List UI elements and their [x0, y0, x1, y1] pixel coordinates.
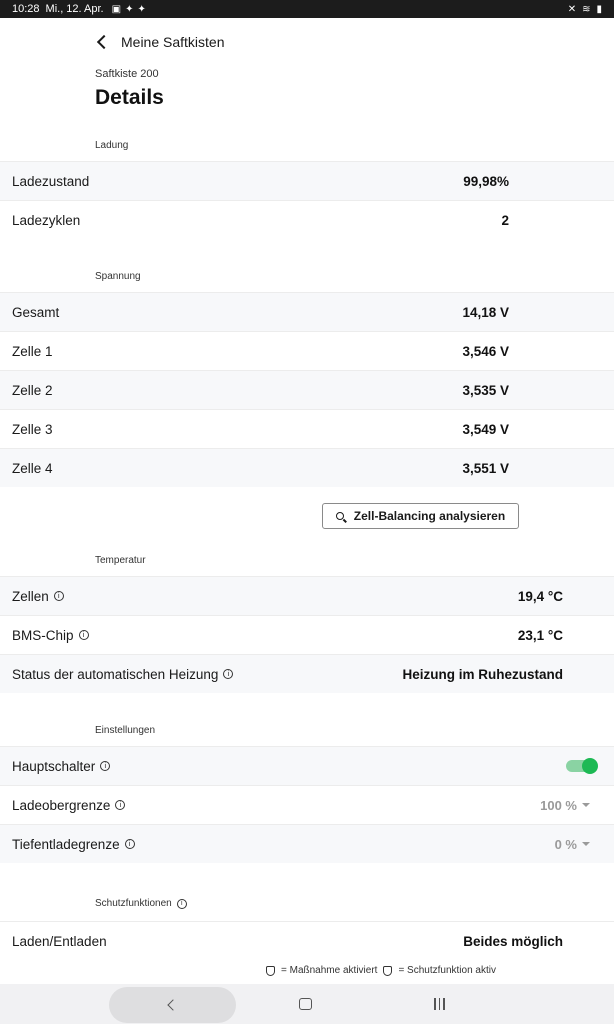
recents-bar — [434, 998, 436, 1010]
row-label: Ladezustand — [12, 173, 90, 189]
status-time: 10:28 — [12, 3, 40, 15]
shield-check-icon — [383, 965, 393, 976]
charge-limit-value: 100 % — [540, 797, 577, 813]
section-label-einstellungen: Einstellungen — [95, 725, 156, 736]
row-label: Zelle 2 — [12, 382, 53, 398]
row-value: 3,551 V — [462, 460, 509, 476]
page-subtitle: Saftkiste 200 — [95, 68, 159, 80]
info-icon[interactable]: i — [78, 630, 89, 640]
caret-down-icon — [582, 842, 590, 846]
row-value: Heizung im Ruhezustand — [402, 666, 563, 682]
page-title: Details — [95, 86, 164, 109]
row-zellen-temp: Zellen i 19,4 °C — [0, 576, 614, 615]
info-icon[interactable]: i — [223, 669, 234, 679]
section-label-temperatur: Temperatur — [95, 555, 146, 566]
row-zelle-4: Zelle 4 3,551 V — [0, 448, 614, 487]
mute-icon: ✕ — [567, 3, 577, 15]
battery-icon: ▮ — [596, 3, 602, 15]
row-value: Beides möglich — [463, 933, 563, 949]
row-label: Status der automatischen Heizung i — [12, 666, 234, 682]
discharge-limit-value: 0 % — [554, 836, 577, 852]
row-laden-entladen: Laden/Entladen Beides möglich — [0, 921, 614, 960]
row-label: Tiefentladegrenze i — [12, 837, 135, 852]
row-ladeobergrenze: Ladeobergrenze i 100 % — [0, 785, 614, 826]
row-value: 3,535 V — [462, 382, 509, 398]
row-label: BMS-Chip i — [12, 628, 89, 643]
row-label-text: Tiefentladegrenze — [12, 836, 120, 852]
row-label-text: Ladeobergrenze — [12, 797, 111, 813]
chevron-left-icon — [96, 34, 112, 50]
row-label: Ladezyklen — [12, 212, 81, 228]
row-label: Gesamt — [12, 304, 60, 320]
caret-down-icon — [582, 803, 590, 807]
row-label: Zelle 4 — [12, 460, 53, 476]
row-zelle-3: Zelle 3 3,549 V — [0, 409, 614, 448]
row-tiefentladegrenze: Tiefentladegrenze i 0 % — [0, 824, 614, 863]
section-label-spannung: Spannung — [95, 271, 141, 282]
cell-balancing-button[interactable]: Zell-Balancing analysieren — [322, 503, 519, 529]
row-label: Ladeobergrenze i — [12, 797, 126, 813]
legend: = Maßnahme aktiviert = Schutzfunktion ak… — [266, 965, 496, 976]
search-icon — [335, 512, 344, 520]
system-navigation-bar — [0, 984, 614, 1024]
toggle-knob — [582, 758, 598, 774]
section-label-ladung: Ladung — [95, 140, 129, 151]
row-label: Hauptschalter i — [12, 758, 111, 774]
status-right-icons: ✕ ≋ ▮ — [568, 4, 602, 15]
nav-recents-button[interactable] — [434, 998, 445, 1010]
row-ladezustand: Ladezustand 99,98% — [0, 161, 614, 200]
row-value: 3,546 V — [462, 343, 509, 359]
row-label-text: Status der automatischen Heizung — [12, 666, 219, 682]
section-label-text: Schutzfunktionen — [95, 898, 172, 909]
row-label: Zelle 1 — [12, 343, 53, 359]
row-gesamt: Gesamt 14,18 V — [0, 292, 614, 331]
row-value: 99,98% — [463, 173, 509, 189]
row-value: 14,18 V — [462, 304, 509, 320]
discharge-limit-select[interactable]: 0 % — [555, 837, 590, 852]
status-bar: 10:28 Mi., 12. Apr. ▣ ✦ ✦ ✕ ≋ ▮ — [0, 0, 614, 18]
wifi-icon: ≋ — [582, 3, 591, 15]
recents-bar — [443, 998, 445, 1010]
cell-balancing-label: Zell-Balancing analysieren — [353, 509, 506, 523]
back-button[interactable]: Meine Saftkisten — [95, 32, 225, 52]
row-label-text: BMS-Chip — [12, 627, 74, 643]
row-label: Zellen i — [12, 589, 64, 604]
gallery-icon: ▣ — [111, 3, 122, 15]
info-icon[interactable]: i — [115, 800, 126, 810]
charge-limit-select[interactable]: 100 % — [540, 798, 590, 813]
row-value: 2 — [501, 212, 509, 228]
back-label: Meine Saftkisten — [121, 34, 225, 50]
twitter-icon: ✦ — [137, 3, 146, 15]
nav-home-button[interactable] — [299, 998, 312, 1010]
row-value: 3,549 V — [462, 421, 509, 437]
twitter-icon: ✦ — [125, 3, 134, 15]
main-switch-toggle[interactable] — [566, 758, 598, 774]
row-bms-chip: BMS-Chip i 23,1 °C — [0, 615, 614, 654]
section-label-schutzfunktionen: Schutzfunktionen i — [95, 898, 187, 909]
row-zelle-1: Zelle 1 3,546 V — [0, 331, 614, 370]
status-date: Mi., 12. Apr. — [45, 3, 104, 15]
row-value: 23,1 °C — [517, 627, 563, 643]
row-heating-status: Status der automatischen Heizung i Heizu… — [0, 654, 614, 693]
recents-bar — [438, 998, 440, 1010]
info-icon[interactable]: i — [176, 898, 187, 909]
row-label: Laden/Entladen — [12, 933, 107, 949]
chevron-left-icon — [166, 999, 179, 1011]
row-label-text: Zellen — [12, 588, 49, 604]
nav-back-button[interactable] — [109, 987, 236, 1023]
row-ladezyklen: Ladezyklen 2 — [0, 200, 614, 239]
shield-alert-icon — [266, 965, 275, 976]
row-zelle-2: Zelle 2 3,535 V — [0, 370, 614, 409]
row-label-text: Hauptschalter — [12, 758, 96, 774]
row-label: Zelle 3 — [12, 421, 53, 437]
info-icon[interactable]: i — [100, 761, 111, 771]
row-value: 19,4 °C — [517, 588, 563, 604]
info-icon[interactable]: i — [53, 591, 64, 601]
legend-protection-text: = Schutzfunktion aktiv — [398, 965, 496, 976]
legend-measure-text: = Maßnahme aktiviert — [281, 965, 378, 976]
row-hauptschalter: Hauptschalter i — [0, 746, 614, 785]
info-icon[interactable]: i — [124, 839, 135, 849]
